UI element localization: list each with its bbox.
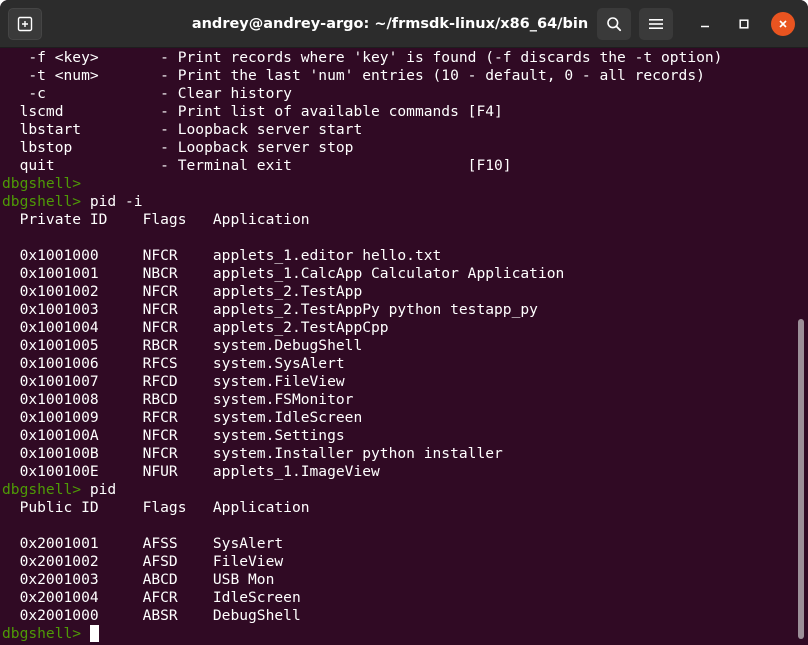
line-text: lbstop - Loopback server stop xyxy=(2,139,354,156)
shell-prompt: dbgshell> xyxy=(2,175,82,192)
hamburger-menu-icon xyxy=(649,19,663,29)
text-cursor xyxy=(89,625,99,642)
line-text: 0x1001004 NFCR applets_2.TestAppCpp xyxy=(2,319,389,336)
output-line: lbstop - Loopback server stop xyxy=(2,139,722,157)
line-text: -t <num> - Print the last 'num' entries … xyxy=(2,67,705,84)
line-text: Public ID Flags Application xyxy=(2,499,310,516)
line-text xyxy=(81,625,90,642)
line-text: 0x1001005 RBCR system.DebugShell xyxy=(2,337,363,354)
line-text: 0x1001006 RFCS system.SysAlert xyxy=(2,355,345,372)
output-line: 0x2001004 AFCR IdleScreen xyxy=(2,589,722,607)
line-text: lscmd - Print list of available commands… xyxy=(2,103,503,120)
output-line: 0x100100B NFCR system.Installer python i… xyxy=(2,445,722,463)
close-icon xyxy=(779,20,787,28)
output-line: 0x1001004 NFCR applets_2.TestAppCpp xyxy=(2,319,722,337)
menu-button[interactable] xyxy=(639,8,673,40)
line-text: pid -i xyxy=(81,193,143,210)
close-button[interactable] xyxy=(771,12,795,36)
terminal-output[interactable]: -f <key> - Print records where 'key' is … xyxy=(0,49,808,645)
prompt-line: dbgshell> pid -i xyxy=(2,193,722,211)
line-text: 0x1001008 RBCD system.FSMonitor xyxy=(2,391,354,408)
line-text: 0x100100B NFCR system.Installer python i… xyxy=(2,445,503,462)
new-tab-button[interactable] xyxy=(8,8,42,40)
line-text: quit - Terminal exit [F10] xyxy=(2,157,512,174)
output-line: 0x2001001 AFSS SysAlert xyxy=(2,535,722,553)
output-line: 0x1001001 NBCR applets_1.CalcApp Calcula… xyxy=(2,265,722,283)
line-text: 0x2001004 AFCR IdleScreen xyxy=(2,589,301,606)
output-line: Private ID Flags Application xyxy=(2,211,722,229)
search-button[interactable] xyxy=(597,8,631,40)
line-text: 0x1001000 NFCR applets_1.editor hello.tx… xyxy=(2,247,442,264)
prompt-line: dbgshell> xyxy=(2,625,722,643)
search-icon xyxy=(607,17,622,32)
line-text: 0x100100E NFUR applets_1.ImageView xyxy=(2,463,380,480)
line-text: 0x2001002 AFSD FileView xyxy=(2,553,284,570)
line-text: Private ID Flags Application xyxy=(2,211,310,228)
output-line: 0x2001000 ABSR DebugShell xyxy=(2,607,722,625)
prompt-line: dbgshell> xyxy=(2,175,722,193)
shell-prompt: dbgshell> xyxy=(2,625,82,642)
output-line: 0x100100A NFCR system.Settings xyxy=(2,427,722,445)
output-line: 0x1001002 NFCR applets_2.TestApp xyxy=(2,283,722,301)
scrollbar-thumb[interactable] xyxy=(798,319,804,639)
window-title: andrey@andrey-argo: ~/frmsdk-linux/x86_6… xyxy=(191,16,589,32)
output-line: 0x2001003 ABCD USB Mon xyxy=(2,571,722,589)
line-text: 0x100100A NFCR system.Settings xyxy=(2,427,345,444)
output-line: quit - Terminal exit [F10] xyxy=(2,157,722,175)
terminal-lines: -f <key> - Print records where 'key' is … xyxy=(2,49,722,643)
maximize-icon xyxy=(739,19,749,29)
output-line: -f <key> - Print records where 'key' is … xyxy=(2,49,722,67)
new-tab-icon xyxy=(17,16,33,32)
minimize-button[interactable] xyxy=(693,12,717,36)
line-text: 0x1001003 NFCR applets_2.TestAppPy pytho… xyxy=(2,301,538,318)
output-line: 0x1001005 RBCR system.DebugShell xyxy=(2,337,722,355)
output-line: -c - Clear history xyxy=(2,85,722,103)
terminal-window: andrey@andrey-argo: ~/frmsdk-linux/x86_6… xyxy=(0,0,808,645)
output-line: 0x1001000 NFCR applets_1.editor hello.tx… xyxy=(2,247,722,265)
output-line: 0x1001006 RFCS system.SysAlert xyxy=(2,355,722,373)
line-text: 0x1001007 RFCD system.FileView xyxy=(2,373,345,390)
output-line: lscmd - Print list of available commands… xyxy=(2,103,722,121)
output-line: 0x1001007 RFCD system.FileView xyxy=(2,373,722,391)
maximize-button[interactable] xyxy=(732,12,756,36)
title-bar[interactable]: andrey@andrey-argo: ~/frmsdk-linux/x86_6… xyxy=(0,0,808,48)
output-line: 0x2001002 AFSD FileView xyxy=(2,553,722,571)
scrollbar[interactable] xyxy=(798,49,804,639)
minimize-icon xyxy=(701,25,709,28)
line-text: 0x2001000 ABSR DebugShell xyxy=(2,607,301,624)
line-text: pid xyxy=(81,481,117,498)
line-text: lbstart - Loopback server start xyxy=(2,121,363,138)
output-line: 0x1001008 RBCD system.FSMonitor xyxy=(2,391,722,409)
line-text: -f <key> - Print records where 'key' is … xyxy=(2,49,723,66)
line-text: 0x1001002 NFCR applets_2.TestApp xyxy=(2,283,363,300)
output-line: lbstart - Loopback server start xyxy=(2,121,722,139)
output-line: 0x1001003 NFCR applets_2.TestAppPy pytho… xyxy=(2,301,722,319)
output-line: Public ID Flags Application xyxy=(2,499,722,517)
output-line: 0x100100E NFUR applets_1.ImageView xyxy=(2,463,722,481)
shell-prompt: dbgshell> xyxy=(2,193,82,210)
line-text: -c - Clear history xyxy=(2,85,292,102)
line-text: 0x1001009 RFCR system.IdleScreen xyxy=(2,409,363,426)
line-text: 0x2001001 AFSS SysAlert xyxy=(2,535,284,552)
shell-prompt: dbgshell> xyxy=(2,481,82,498)
prompt-line: dbgshell> pid xyxy=(2,481,722,499)
output-line: -t <num> - Print the last 'num' entries … xyxy=(2,67,722,85)
line-text: 0x1001001 NBCR applets_1.CalcApp Calcula… xyxy=(2,265,565,282)
output-line: 0x1001009 RFCR system.IdleScreen xyxy=(2,409,722,427)
line-text: 0x2001003 ABCD USB Mon xyxy=(2,571,275,588)
